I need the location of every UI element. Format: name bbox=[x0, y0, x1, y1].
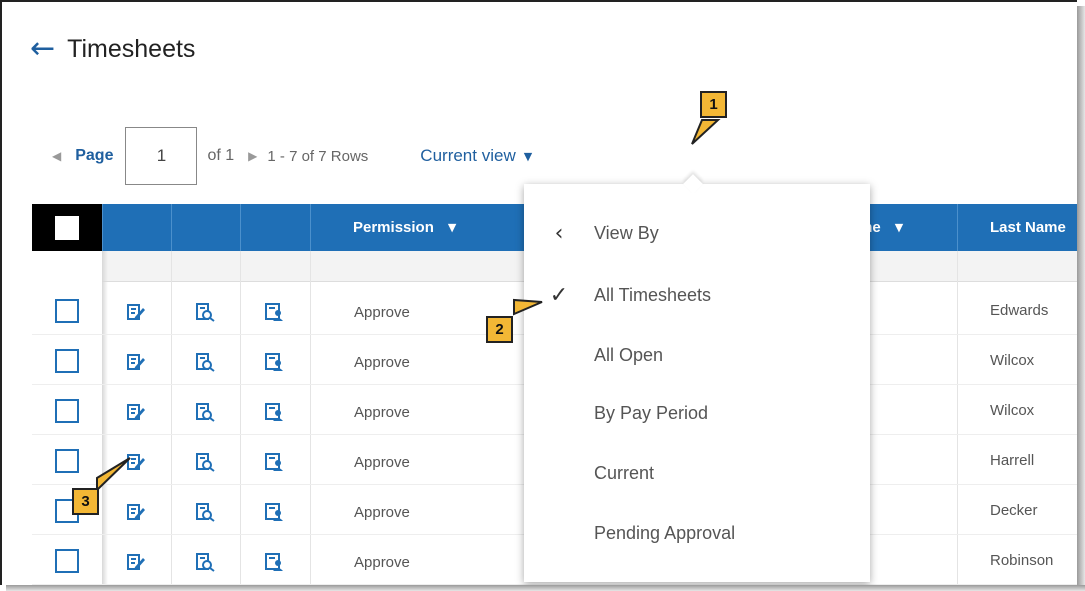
callout-1: 1 bbox=[700, 91, 727, 118]
callout-2: 2 bbox=[486, 316, 513, 343]
window-shadow bbox=[6, 585, 1085, 591]
window-shadow bbox=[1077, 6, 1085, 591]
callout-pointers bbox=[96, 119, 721, 493]
callout-3: 3 bbox=[72, 488, 99, 515]
app-window: ← Timesheets ◀ Page 1 of 1 ▶ 1 - 7 of 7 … bbox=[0, 0, 1077, 585]
